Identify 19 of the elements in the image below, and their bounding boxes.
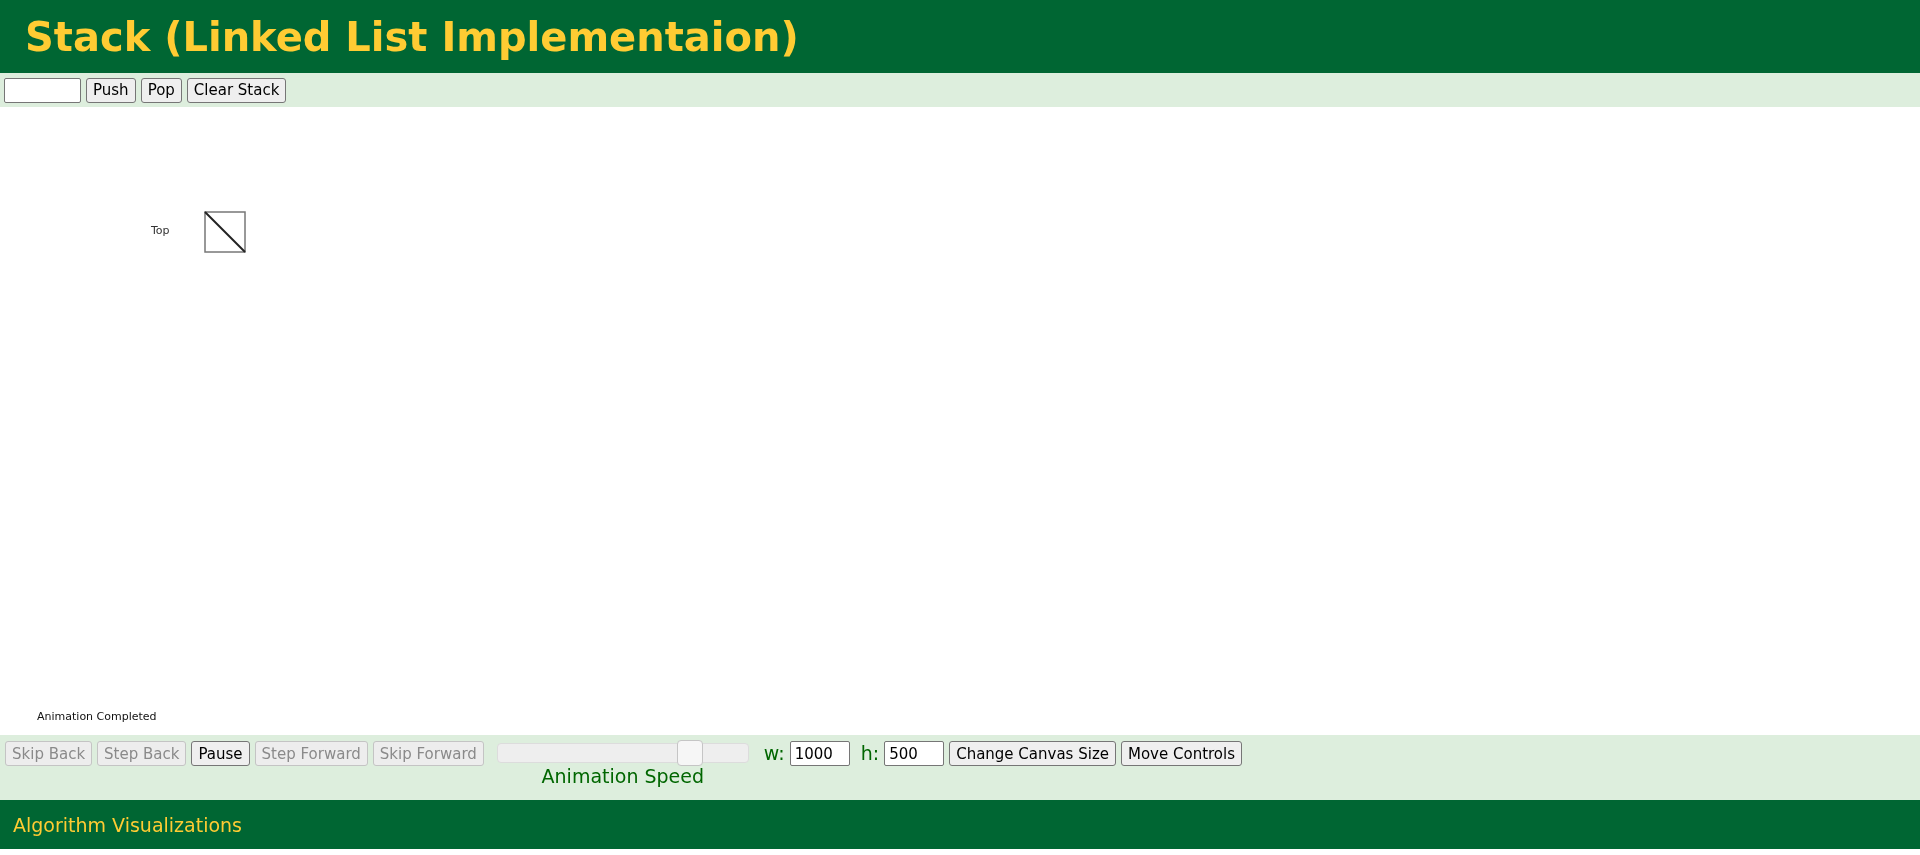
speed-label: Animation Speed	[541, 765, 705, 787]
page-title: Stack (Linked List Implementaion)	[25, 13, 799, 60]
toolbar-button[interactable]: Pop	[140, 77, 182, 103]
toolbar-button[interactable]: Push	[86, 77, 136, 103]
null-pointer-box	[204, 211, 246, 253]
height-label: h:	[860, 741, 880, 766]
status-text: Animation Completed	[37, 710, 157, 723]
value-input-field[interactable]	[4, 77, 81, 103]
toolbar-button[interactable]: Clear Stack	[186, 77, 287, 103]
slider-thumb[interactable]	[677, 740, 704, 766]
speed-slider[interactable]	[496, 743, 749, 763]
width-label: w:	[763, 741, 785, 766]
playback-button[interactable]: Pause	[191, 741, 250, 766]
action-button[interactable]: Move Controls	[1121, 741, 1242, 766]
footer-title: Algorithm Visualizations	[13, 813, 242, 836]
width-input-field[interactable]: 1000	[789, 741, 850, 766]
height-input-field[interactable]: 500	[884, 741, 945, 766]
action-button[interactable]: Change Canvas Size	[949, 741, 1116, 766]
top-label: Top	[151, 224, 170, 237]
